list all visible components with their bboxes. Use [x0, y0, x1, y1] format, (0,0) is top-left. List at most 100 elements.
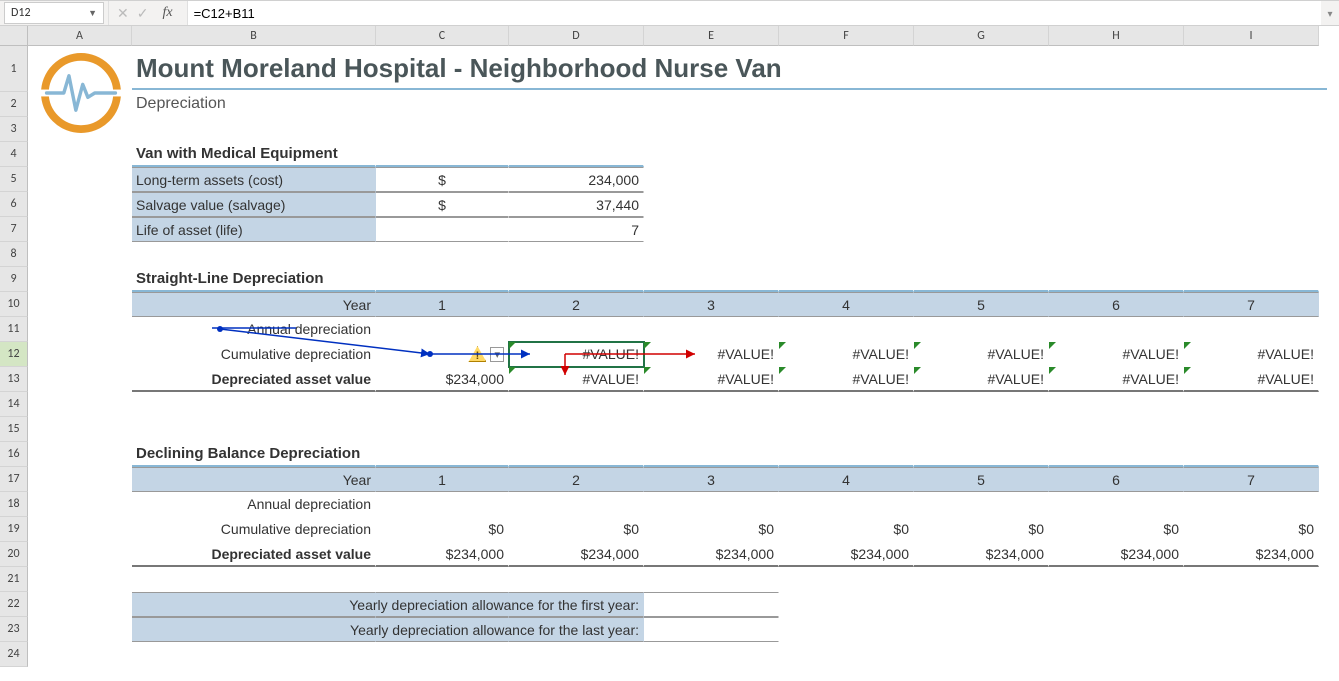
cell[interactable]: #VALUE! [914, 367, 1049, 392]
asset-value[interactable]: 37,440 [509, 192, 644, 217]
cell[interactable] [1049, 46, 1184, 92]
cell[interactable]: #VALUE! [644, 367, 779, 392]
asset-label[interactable]: Life of asset (life) [132, 217, 376, 242]
alloc-label[interactable]: Yearly depreciation allowance for the la… [509, 617, 644, 642]
row-header[interactable]: 8 [0, 242, 28, 267]
year[interactable]: 2 [509, 467, 644, 492]
row-header[interactable]: 19 [0, 517, 28, 542]
row-header[interactable]: 22 [0, 592, 28, 617]
cell[interactable]: $234,000 [509, 542, 644, 567]
row-header[interactable]: 18 [0, 492, 28, 517]
row-header[interactable]: 20 [0, 542, 28, 567]
cell[interactable] [28, 46, 132, 92]
col-header[interactable]: G [914, 26, 1049, 46]
cell[interactable] [28, 92, 132, 117]
cell[interactable]: $234,000 [376, 367, 509, 392]
fx-icon[interactable]: fx [156, 5, 178, 21]
row-header[interactable]: 21 [0, 567, 28, 592]
row-header[interactable]: 1 [0, 46, 28, 92]
currency-symbol[interactable]: $ [376, 167, 509, 192]
cell[interactable]: #VALUE! [914, 342, 1049, 367]
col-header[interactable]: C [376, 26, 509, 46]
year-label[interactable]: Year [132, 467, 376, 492]
cell[interactable]: $0 [644, 517, 779, 542]
row-header[interactable]: 10 [0, 292, 28, 317]
row-header[interactable]: 6 [0, 192, 28, 217]
row-header[interactable]: 5 [0, 167, 28, 192]
year[interactable]: 7 [1184, 467, 1319, 492]
row-header[interactable]: 13 [0, 367, 28, 392]
dbd-row-label[interactable]: Depreciated asset value [132, 542, 376, 567]
cell[interactable]: #VALUE! [644, 342, 779, 367]
col-header[interactable]: B [132, 26, 376, 46]
year[interactable]: 7 [1184, 292, 1319, 317]
enter-icon[interactable]: ✓ [137, 5, 149, 22]
cell[interactable]: $234,000 [914, 542, 1049, 567]
cell[interactable] [914, 46, 1049, 92]
cell-c12[interactable]: ! ▾ [376, 342, 509, 367]
year[interactable]: 3 [644, 467, 779, 492]
cell[interactable]: $234,000 [376, 542, 509, 567]
cell[interactable]: $0 [779, 517, 914, 542]
section-header-sld[interactable]: Straight-Line Depreciation [132, 267, 376, 292]
section-header-dbd[interactable]: Declining Balance Depreciation [132, 442, 376, 467]
dbd-row-label[interactable]: Annual depreciation [132, 492, 376, 517]
cell[interactable]: #VALUE! [779, 367, 914, 392]
asset-label[interactable]: Long-term assets (cost) [132, 167, 376, 192]
cell[interactable]: #VALUE! [1184, 342, 1319, 367]
year[interactable]: 4 [779, 467, 914, 492]
cell[interactable] [1184, 46, 1319, 92]
cell[interactable]: $0 [1184, 517, 1319, 542]
row-header[interactable]: 23 [0, 617, 28, 642]
cell[interactable]: #VALUE! [1049, 367, 1184, 392]
col-header[interactable]: D [509, 26, 644, 46]
col-header[interactable]: F [779, 26, 914, 46]
cell[interactable]: #VALUE! [1049, 342, 1184, 367]
row-header[interactable]: 24 [0, 642, 28, 667]
select-all-corner[interactable] [0, 26, 28, 46]
year[interactable]: 4 [779, 292, 914, 317]
row-header[interactable]: 4 [0, 142, 28, 167]
year-label[interactable]: Year [132, 292, 376, 317]
asset-value[interactable]: 234,000 [509, 167, 644, 192]
cell[interactable]: $234,000 [1049, 542, 1184, 567]
sld-row-label[interactable]: Cumulative depreciation [132, 342, 376, 367]
year[interactable]: 6 [1049, 467, 1184, 492]
cell[interactable]: $0 [1049, 517, 1184, 542]
row-header[interactable]: 14 [0, 392, 28, 417]
cell[interactable]: #VALUE! [509, 367, 644, 392]
cell[interactable]: $0 [914, 517, 1049, 542]
alloc-label[interactable]: Yearly depreciation allowance for the fi… [509, 592, 644, 617]
year[interactable]: 1 [376, 467, 509, 492]
row-header[interactable]: 2 [0, 92, 28, 117]
cell[interactable]: $234,000 [644, 542, 779, 567]
sld-row-label[interactable]: Depreciated asset value [132, 367, 376, 392]
dbd-row-label[interactable]: Cumulative depreciation [132, 517, 376, 542]
cell[interactable]: $0 [509, 517, 644, 542]
formula-input[interactable] [188, 1, 1321, 25]
subtitle[interactable]: Depreciation [132, 92, 376, 117]
cell[interactable] [779, 46, 914, 92]
year[interactable]: 1 [376, 292, 509, 317]
sld-row-label[interactable]: Annual depreciation [132, 317, 376, 342]
year[interactable]: 6 [1049, 292, 1184, 317]
formula-bar-expand-icon[interactable]: ▾ [1321, 7, 1339, 20]
col-header[interactable]: I [1184, 26, 1319, 46]
error-warning-icon[interactable]: ! [468, 346, 486, 362]
row-header[interactable]: 9 [0, 267, 28, 292]
row-header[interactable]: 12 [0, 342, 28, 367]
row-header[interactable]: 11 [0, 317, 28, 342]
cell[interactable]: $0 [376, 517, 509, 542]
asset-value[interactable]: 7 [509, 217, 644, 242]
cell-d12-selected[interactable]: #VALUE! [509, 342, 644, 367]
year[interactable]: 5 [914, 292, 1049, 317]
col-header[interactable]: A [28, 26, 132, 46]
asset-label[interactable]: Salvage value (salvage) [132, 192, 376, 217]
cell[interactable]: #VALUE! [779, 342, 914, 367]
cell[interactable]: #VALUE! [1184, 367, 1319, 392]
row-header[interactable]: 3 [0, 117, 28, 142]
year[interactable]: 3 [644, 292, 779, 317]
row-header[interactable]: 7 [0, 217, 28, 242]
name-box-dropdown-icon[interactable]: ▼ [88, 8, 97, 19]
cell[interactable]: $234,000 [779, 542, 914, 567]
